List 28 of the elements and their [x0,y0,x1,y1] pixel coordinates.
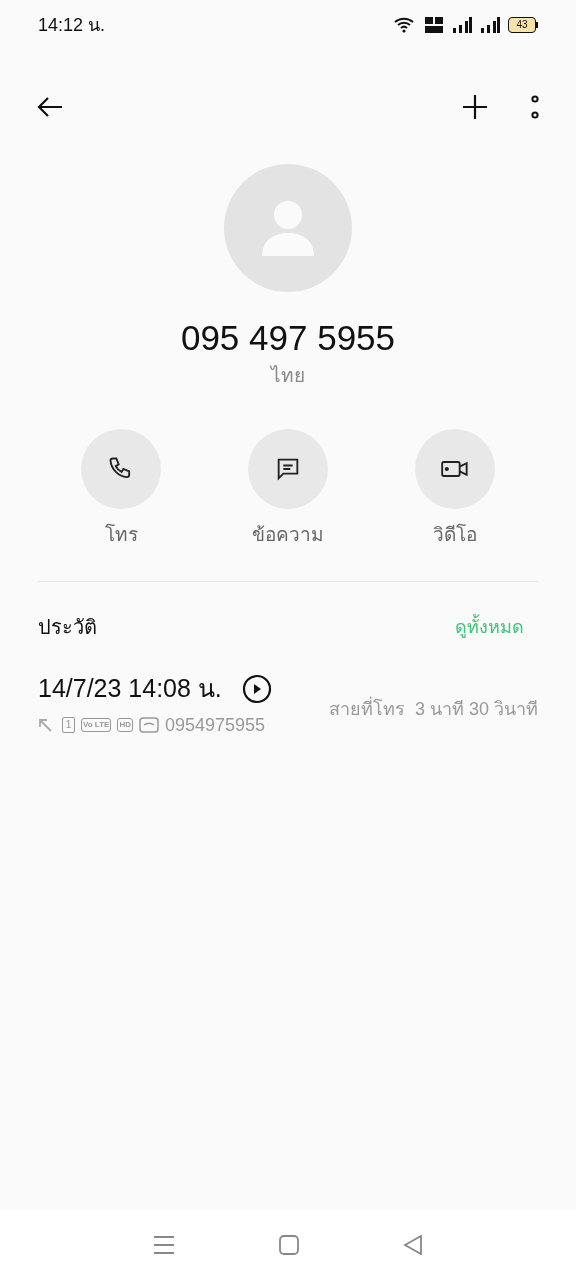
action-label: ข้อความ [252,522,324,547]
action-label: วิดีโอ [433,522,477,547]
play-icon[interactable] [241,673,272,704]
call-number: 0954975955 [164,713,266,737]
menu-icon[interactable] [153,1235,175,1255]
battery-level: 43 [508,17,536,33]
status-time: 14:12 น. [38,13,106,37]
phone-number: 095 497 5955 [180,317,396,359]
see-all-link[interactable]: ดูทั้งหมด [455,613,524,641]
home-icon[interactable] [279,1235,299,1255]
wifi-icon [394,17,416,33]
outgoing-arrow-icon [38,718,52,732]
sim-badge: 1 [62,717,75,733]
call-badge: HD [117,718,133,732]
call-badge: Vo LTE [81,718,112,732]
call-duration: 3 นาที 30 วินาที [414,697,538,721]
signal-icon [480,17,500,33]
action-label: โทร [104,522,138,547]
back-arrow-icon[interactable] [36,95,64,119]
location-label: ไทย [271,364,305,388]
handset-icon [138,717,159,733]
call-type: สายที่โทร [328,695,405,721]
more-options-icon[interactable] [530,95,540,119]
add-icon[interactable] [462,94,488,120]
back-icon[interactable] [403,1235,423,1255]
history-title: ประวัติ [38,615,97,640]
call-datetime: 14/7/23 14:08 น. [38,673,222,704]
signal-icon [452,17,472,33]
